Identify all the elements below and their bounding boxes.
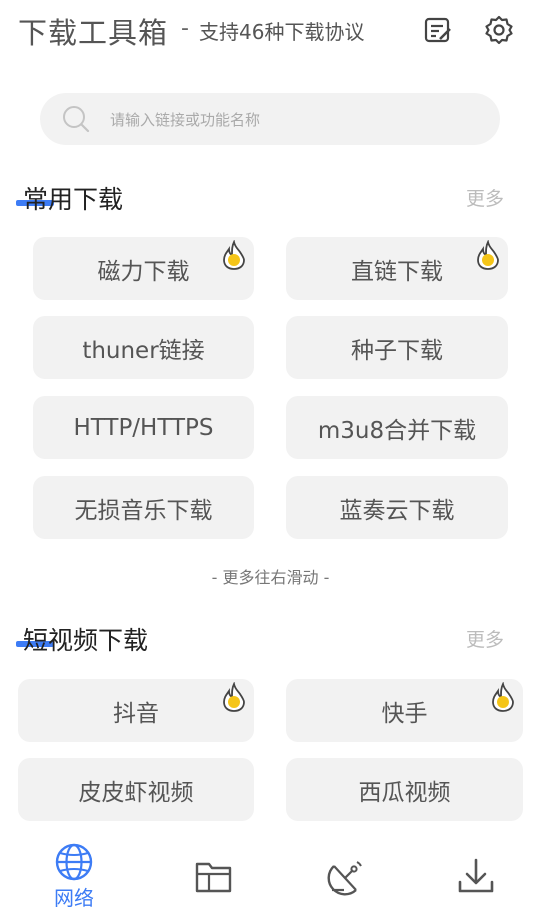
tool-label: 快手 <box>381 700 428 727</box>
tool-button-xigua[interactable]: 西瓜视频 <box>286 758 523 821</box>
tool-button-pipixia[interactable]: 皮皮虾视频 <box>18 758 254 821</box>
search-bar[interactable] <box>40 93 500 147</box>
tool-button-torrent[interactable]: 种子下载 <box>286 316 508 379</box>
nav-network[interactable]: 网络 <box>34 842 114 912</box>
hot-flame-icon <box>223 240 245 270</box>
app-subtitle: 支持46种下载协议 <box>199 20 365 44</box>
hot-flame-icon <box>492 682 514 712</box>
notes-edit-button[interactable] <box>421 13 455 47</box>
tool-label: thuner链接 <box>82 337 205 364</box>
swipe-hint: - 更多往右滑动 - <box>211 568 330 587</box>
nav-label-network: 网络 <box>54 886 94 910</box>
search-input[interactable] <box>108 93 482 147</box>
tool-button-lossless-music[interactable]: 无损音乐下载 <box>33 476 254 539</box>
nav-downloads[interactable] <box>435 842 515 912</box>
tool-button-kuaishou[interactable]: 快手 <box>286 679 523 742</box>
tool-button-thunder[interactable]: thuner链接 <box>33 316 254 379</box>
hot-flame-icon <box>477 240 499 270</box>
tool-label: 无损音乐下载 <box>74 497 213 524</box>
satellite-dish-icon <box>327 861 362 896</box>
tool-label: 直链下载 <box>351 258 443 285</box>
tool-button-http[interactable]: HTTP/HTTPS <box>33 396 254 459</box>
download-icon <box>458 858 494 893</box>
nav-files[interactable] <box>173 842 253 912</box>
tool-button-direct-link[interactable]: 直链下载 <box>286 237 508 300</box>
title-separator: - <box>181 16 189 41</box>
app-title: 下载工具箱 <box>18 16 169 50</box>
tool-label: 种子下载 <box>351 337 443 364</box>
tool-label: 皮皮虾视频 <box>78 779 194 806</box>
settings-icon <box>485 15 513 45</box>
section-title-short-video: 短视频下载 <box>23 626 149 655</box>
tool-button-m3u8[interactable]: m3u8合并下载 <box>286 396 508 459</box>
tool-label: m3u8合并下载 <box>317 417 477 444</box>
section-title-common: 常用下载 <box>23 185 124 214</box>
more-short-video-button[interactable]: 更多 <box>466 625 504 652</box>
tool-label: 磁力下载 <box>97 258 190 285</box>
globe-icon <box>55 843 93 881</box>
tool-label: 抖音 <box>113 700 159 727</box>
tool-label: HTTP/HTTPS <box>73 414 214 441</box>
folder-icon <box>195 862 232 893</box>
tool-button-magnet[interactable]: 磁力下载 <box>33 237 254 300</box>
hot-flame-icon <box>223 682 245 712</box>
tool-button-lanzou[interactable]: 蓝奏云下载 <box>286 476 508 539</box>
notes-edit-icon <box>424 17 451 43</box>
tool-label: 蓝奏云下载 <box>339 497 455 524</box>
tool-label: 西瓜视频 <box>358 779 451 806</box>
more-common-button[interactable]: 更多 <box>466 184 504 211</box>
tool-button-douyin[interactable]: 抖音 <box>18 679 254 742</box>
nav-remote[interactable] <box>304 842 384 912</box>
search-icon <box>63 106 90 133</box>
settings-button[interactable] <box>482 13 516 47</box>
